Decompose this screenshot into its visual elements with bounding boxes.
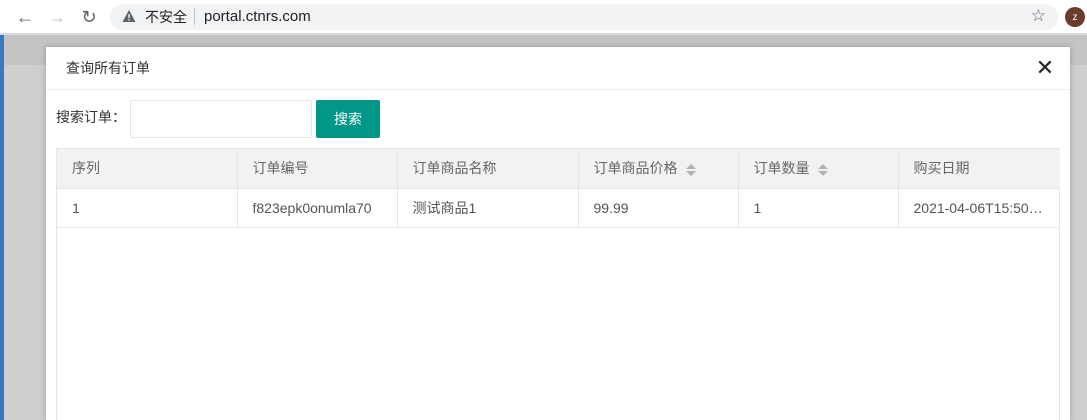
sort-icon[interactable] <box>685 163 696 177</box>
background-left-bar <box>0 35 4 420</box>
column-header: 序列 <box>57 149 238 189</box>
table-header-row: 序列 订单编号 订单商品名称 订单商品价格 订单数量 购买日期 <box>57 149 1060 189</box>
table-cell: 测试商品1 <box>397 188 579 228</box>
url-divider <box>194 8 195 25</box>
column-header: 购买日期 <box>898 149 1060 189</box>
column-header: 订单编号 <box>237 149 398 189</box>
search-button[interactable]: 搜索 <box>316 100 380 138</box>
column-header-sortable[interactable]: 订单数量 <box>738 149 899 189</box>
warning-icon <box>122 10 136 22</box>
table-cell: f823epk0onumla70 <box>237 188 398 228</box>
dialog-header: 查询所有订单 ✕ <box>46 47 1070 90</box>
column-header-label: 订单数量 <box>753 160 810 177</box>
column-header-label: 订单商品名称 <box>412 160 497 177</box>
table-cell: 1 <box>57 188 238 228</box>
column-header-label: 订单编号 <box>252 160 309 177</box>
browser-toolbar: ← → ↻ 不安全 portal.ctnrs.com ☆ z <box>0 0 1087 34</box>
orders-table: 序列 订单编号 订单商品名称 订单商品价格 订单数量 购买日期 1 f823ep… <box>56 148 1060 420</box>
close-icon[interactable]: ✕ <box>1034 57 1056 79</box>
column-header-label: 购买日期 <box>913 160 970 177</box>
address-bar[interactable]: 不安全 portal.ctnrs.com ☆ <box>110 4 1058 30</box>
search-input[interactable] <box>130 100 312 138</box>
orders-dialog: 查询所有订单 ✕ 搜索订单： 搜索 序列 订单编号 订单商品名称 订单商品价格 … <box>46 47 1070 420</box>
sort-icon[interactable] <box>817 163 828 177</box>
table-cell: 99.99 <box>578 188 739 228</box>
dialog-title: 查询所有订单 <box>66 60 150 76</box>
insecure-label: 不安全 <box>145 9 187 25</box>
forward-arrow-icon[interactable]: → <box>45 5 69 29</box>
table-row[interactable]: 1 f823epk0onumla70 测试商品1 99.99 1 2021-04… <box>57 188 1060 228</box>
reload-icon[interactable]: ↻ <box>77 5 101 29</box>
search-label: 搜索订单： <box>56 109 126 125</box>
bookmark-star-icon[interactable]: ☆ <box>1031 6 1046 26</box>
column-header-sortable[interactable]: 订单商品价格 <box>578 149 739 189</box>
column-header-label: 序列 <box>72 160 100 177</box>
avatar[interactable]: z <box>1065 7 1085 27</box>
back-arrow-icon[interactable]: ← <box>13 5 37 29</box>
column-header: 订单商品名称 <box>397 149 579 189</box>
table-cell: 1 <box>738 188 899 228</box>
url-text[interactable]: portal.ctnrs.com <box>204 8 311 26</box>
column-header-label: 订单商品价格 <box>593 160 678 177</box>
table-cell: 2021-04-06T15:50… <box>898 188 1060 228</box>
